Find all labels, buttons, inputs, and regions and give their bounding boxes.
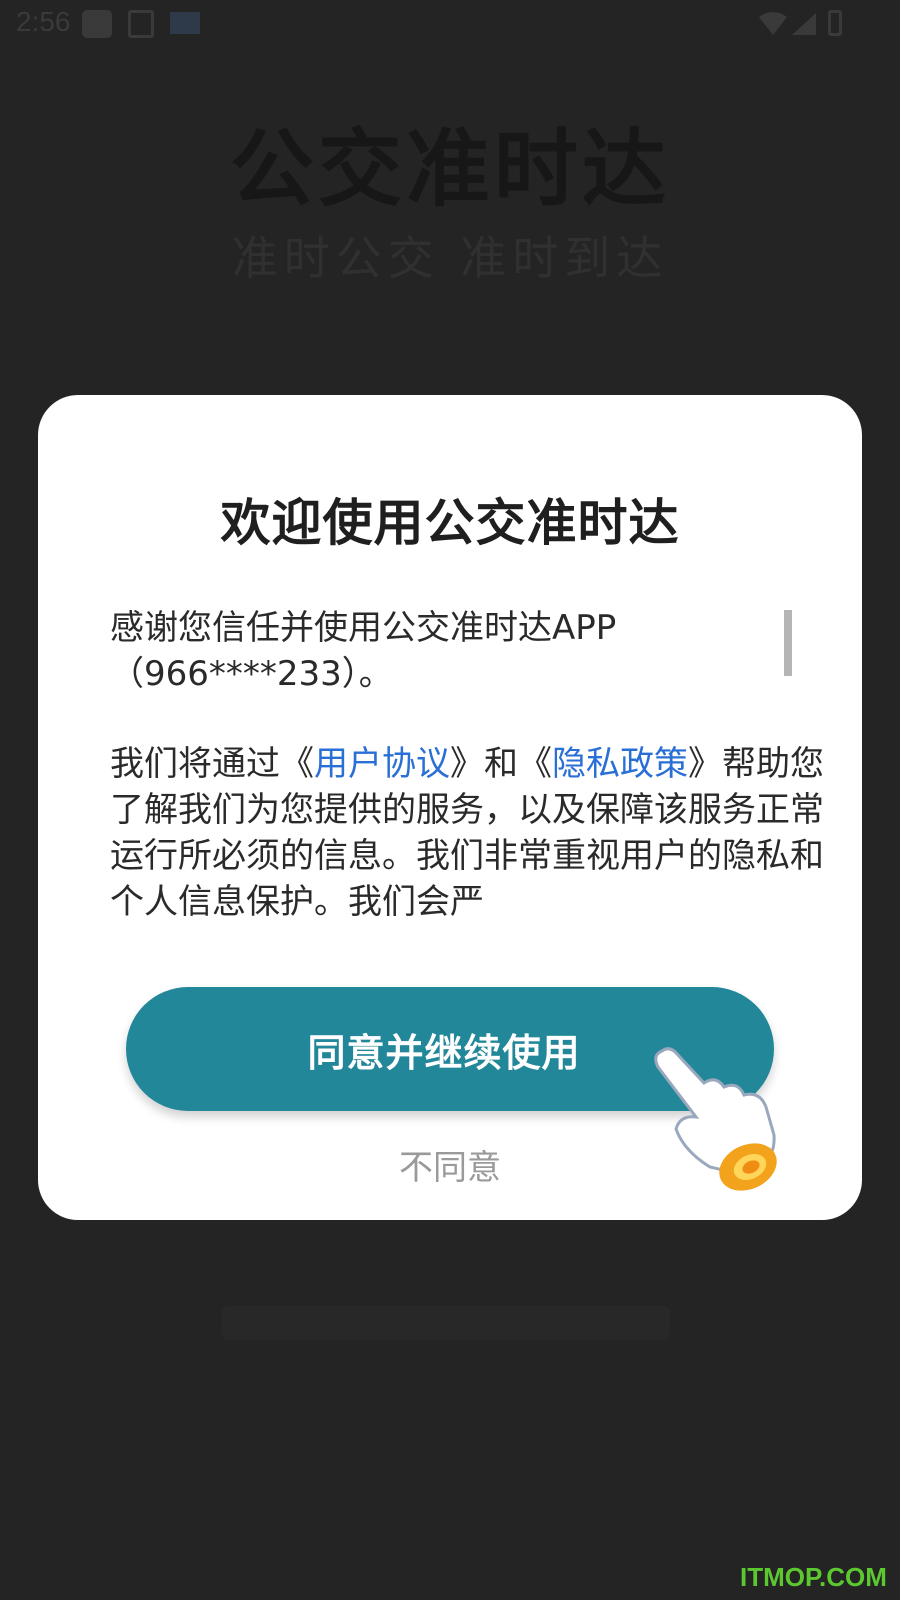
intro-paragraph: 感谢您信任并使用公交准时达APP（966****233）。 [110,608,617,694]
notification-notebook-icon [128,10,154,38]
privacy-dialog: 欢迎使用公交准时达 感谢您信任并使用公交准时达APP（966****233）。 … [38,395,862,1220]
disagree-button[interactable]: 不同意 [38,1140,862,1189]
signal-icon [792,13,816,35]
app-slogan: 准时公交 准时到达 [231,231,669,285]
wifi-icon [759,12,787,35]
policy-text-1: 我们将通过《 [110,744,314,784]
scrollbar-thumb[interactable] [784,610,792,676]
agree-button-label: 同意并继续使用 [307,1030,581,1075]
background-progress-bar [222,1306,670,1340]
user-agreement-link[interactable]: 用户协议 [314,744,450,784]
status-bar: 2:56 [0,0,900,48]
notification-screen-icon [170,12,200,34]
notification-app-icon [82,10,112,38]
dialog-title: 欢迎使用公交准时达 [220,494,680,552]
battery-icon [828,10,842,36]
watermark-logo: ITMOP.COM [740,1562,887,1592]
status-time: 2:56 [16,6,71,37]
policy-paragraph: 我们将通过《用户协议》和《隐私政策》帮助您了解我们为您提供的服务，以及保障该服务… [110,741,830,925]
privacy-policy-link[interactable]: 隐私政策 [552,744,688,784]
dialog-body-scroll[interactable]: 感谢您信任并使用公交准时达APP（966****233）。 我们将通过《用户协议… [110,605,830,935]
policy-text-2: 》和《 [450,744,552,784]
app-title: 公交准时达 [229,120,670,218]
